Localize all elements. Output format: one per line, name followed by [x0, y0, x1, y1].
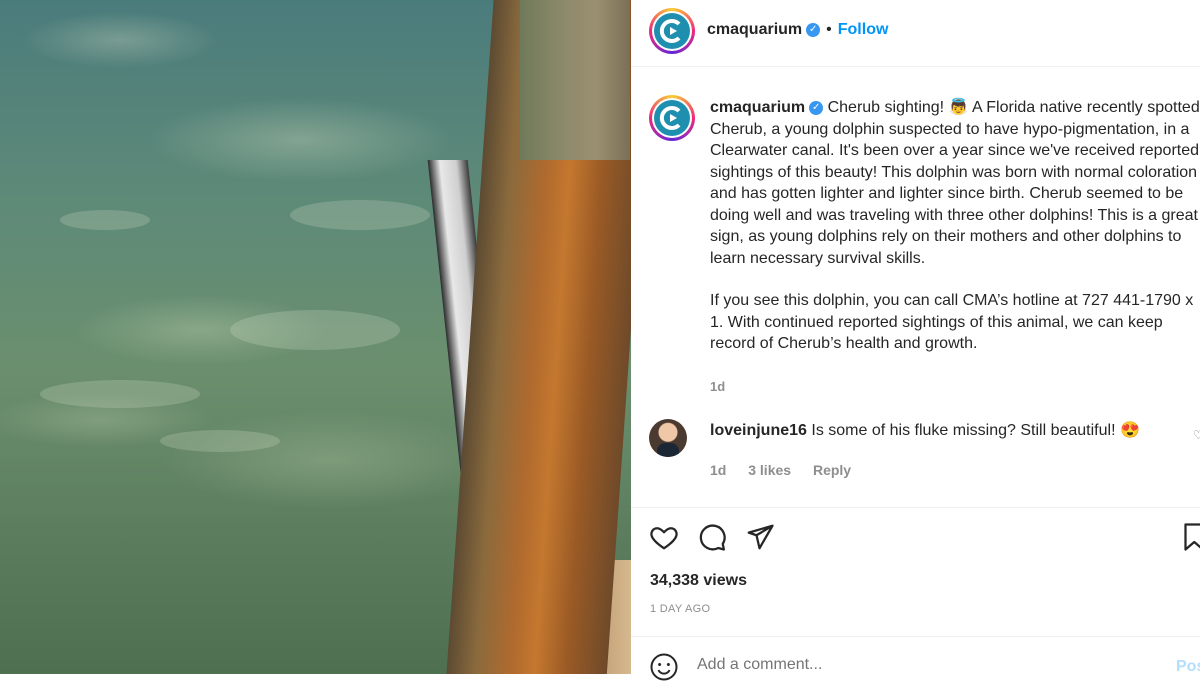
caption-age[interactable]: 1d — [710, 376, 1200, 398]
comment-like-icon[interactable]: ♡ — [1193, 428, 1200, 440]
add-comment-row: Post — [649, 650, 1200, 681]
verified-badge-icon: ✓ — [806, 22, 821, 37]
post-video[interactable] — [0, 0, 631, 674]
emoji-icon[interactable] — [649, 652, 679, 687]
post-panel: cmaquarium✓•Follow ... cmaquarium✓ Cheru… — [631, 0, 1200, 681]
author-line: cmaquarium ✓ • Follow — [707, 21, 888, 39]
separator-dot: • — [826, 21, 832, 38]
reply-button[interactable]: Reply — [813, 462, 851, 478]
post-comment-button[interactable]: Post — [1176, 658, 1200, 676]
post-caption: cmaquarium ✓ Cherub sighting! 👼 A Florida… — [710, 97, 1200, 397]
comment-age[interactable]: 1d — [710, 462, 726, 478]
comment-text: Is some of his fluke missing? Still beau… — [811, 422, 1140, 439]
post-header: cmaquarium✓•Follow ... — [649, 8, 1200, 56]
water-ripple — [40, 380, 200, 408]
commenter-avatar[interactable] — [649, 419, 687, 457]
post-timestamp[interactable]: 1 DAY AGO — [650, 603, 710, 615]
caption-text-1: Cherub sighting! 👼 A Florida native rece… — [710, 99, 1200, 267]
cma-logo-icon — [654, 13, 690, 49]
footer-divider — [631, 636, 1200, 637]
share-paper-plane-icon[interactable] — [745, 522, 775, 552]
action-bar — [649, 522, 775, 552]
like-heart-icon[interactable] — [649, 522, 679, 552]
comment-bubble-icon[interactable] — [697, 522, 727, 552]
water-ripple — [160, 430, 280, 452]
caption-author-avatar[interactable] — [649, 95, 695, 141]
caption-paragraph-1: cmaquarium ✓ Cherub sighting! 👼 A Florida… — [710, 97, 1200, 269]
comment: loveinjune16 Is some of his fluke missin… — [710, 420, 1170, 441]
header-divider — [631, 66, 1200, 67]
wooden-piling-top — [520, 0, 630, 160]
commenter-username[interactable]: loveinjune16 — [710, 422, 807, 439]
caption-paragraph-2: If you see this dolphin, you can call CM… — [710, 292, 1194, 352]
comments-divider — [631, 507, 1200, 508]
verified-badge-icon: ✓ — [809, 100, 824, 115]
caption-username[interactable]: cmaquarium — [710, 99, 805, 116]
water-ripple — [60, 210, 150, 230]
water-ripple — [230, 310, 400, 350]
author-avatar[interactable] — [649, 8, 695, 54]
add-comment-input[interactable] — [697, 656, 1147, 674]
bookmark-icon[interactable] — [1183, 522, 1200, 557]
cma-logo-icon — [654, 100, 690, 136]
comment-meta: 1d 3 likes Reply — [710, 462, 869, 478]
author-username[interactable]: cmaquarium — [707, 21, 802, 38]
water-ripple — [290, 200, 430, 230]
comment-likes[interactable]: 3 likes — [748, 462, 791, 478]
view-count[interactable]: 34,338 views — [650, 572, 747, 590]
follow-button[interactable]: Follow — [838, 21, 889, 38]
